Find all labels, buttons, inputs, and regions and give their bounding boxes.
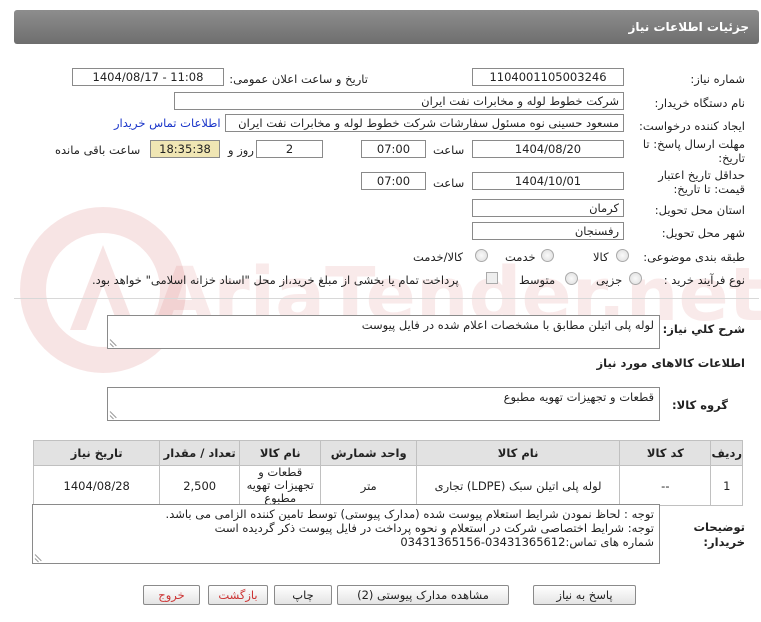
buyer-org-field: شرکت خطوط لوله و مخابرات نفت ایران [174,92,624,110]
cell-qty: 2,500 [159,465,240,506]
city-field: رفسنجان [472,222,624,240]
remaining-label: ساعت باقی مانده [55,143,141,157]
days-field: 2 [256,140,323,158]
resize-handle-icon[interactable] [110,339,118,347]
col-qty-header: تعداد / مقدار [159,440,240,466]
deadline-date-field: 1404/08/20 [472,140,624,158]
exit-button[interactable]: خروج [143,585,200,605]
goods-group-label: گروه کالا: [672,398,728,412]
category-goods-radio[interactable] [616,249,629,262]
page-header: جزئیات اطلاعات نیاز [14,10,759,44]
announce-date-field: 1404/08/17 - 11:08 [72,68,224,86]
col-date-header: تاریخ نیاز [32,440,161,466]
cell-date: 1404/08/28 [32,465,161,506]
view-attachments-button[interactable]: مشاهده مدارک پیوستی (2) [337,585,509,605]
overall-desc-label: شرح کلي نياز: [662,322,745,336]
goods-info-title: اطلاعات کالاهای مورد نیاز [596,356,745,370]
delivery-province-label: استان محل تحویل: [654,203,745,217]
print-button[interactable]: چاپ [274,585,332,605]
resize-handle-icon[interactable] [110,411,118,419]
purchase-type-label: نوع فرآیند خرید : [663,273,745,287]
back-button[interactable]: بازگشت [208,585,268,605]
purchase-minor-radio[interactable] [629,272,642,285]
col-group-header: نام کالا [238,440,322,466]
cell-code: -- [619,465,712,506]
overall-desc-text: لوله پلی اتیلن مطابق با مشخصات اعلام شده… [361,318,654,332]
goods-table: ردیف کد کالا نام کالا واحد شمارش نام کال… [32,440,743,506]
category-goods-label: کالا [593,250,609,264]
category-service-radio[interactable] [541,249,554,262]
cell-unit: متر [320,465,417,506]
cell-group: قطعات و تجهیزات تهویه مطبوع [238,465,322,506]
deadline-label: مهلت ارسال پاسخ: تا تاریخ: [642,137,745,165]
cell-row: 1 [710,465,743,506]
category-both-label: کالا/خدمت [413,250,464,264]
reply-button[interactable]: پاسخ به نیاز [533,585,636,605]
buyer-org-label: نام دستگاه خریدار: [654,96,745,110]
announce-date-label: تاریخ و ساعت اعلان عمومی: [229,72,368,86]
treasury-checkbox[interactable] [486,272,498,284]
col-code-header: کد کالا [619,440,712,466]
requester-label: ایجاد کننده درخواست: [639,119,745,133]
overall-desc-field: لوله پلی اتیلن مطابق با مشخصات اعلام شده… [107,315,660,349]
validity-label: حداقل تاریخ اعتبار قیمت: تا تاریخ: [658,168,745,196]
table-header-row: ردیف کد کالا نام کالا واحد شمارش نام کال… [32,440,743,466]
province-field: کرمان [472,199,624,217]
col-row-header: ردیف [710,440,743,466]
goods-group-field: قطعات و تجهیزات تهویه مطبوع [107,387,660,421]
requester-field: مسعود حسینی نوه مسئول سفارشات شرکت خطوط … [225,114,624,132]
resize-handle-icon[interactable] [35,554,43,562]
countdown-timer: 18:35:38 [150,140,220,158]
purchase-minor-label: جزیی [596,273,623,287]
page-title: جزئیات اطلاعات نیاز [628,20,749,34]
buyer-contact-link[interactable]: اطلاعات تماس خریدار [114,116,221,130]
validity-time-field: 07:00 [361,172,426,190]
buyer-notes-label: توضیحات خریدار: [693,520,746,549]
col-name-header: نام کالا [415,440,621,466]
goods-group-text: قطعات و تجهیزات تهویه مطبوع [503,390,654,404]
buyer-note-line: توجه : لحاظ نمودن شرایط استعلام پیوست شد… [165,507,654,521]
purchase-medium-label: متوسط [519,273,556,287]
delivery-city-label: شهر محل تحویل: [661,226,745,240]
category-service-label: خدمت [505,250,536,264]
day-and-label: روز و [228,143,254,157]
cell-name: لوله پلی اتیلن سبک (LDPE) تجاری [415,465,621,506]
divider [14,298,759,299]
need-number-label: شماره نیاز: [690,72,745,86]
purchase-medium-radio[interactable] [565,272,578,285]
category-both-radio[interactable] [475,249,488,262]
col-unit-header: واحد شمارش [320,440,417,466]
payment-note: پرداخت تمام یا بخشی از مبلغ خرید،از محل … [92,273,459,287]
validity-hour-label: ساعت [433,176,465,190]
deadline-time-field: 07:00 [361,140,426,158]
deadline-hour-label: ساعت [433,143,465,157]
validity-date-field: 1404/10/01 [472,172,624,190]
buyer-note-line: شماره های تماس:03431365612-03431365156 [400,535,654,549]
table-row: 1 -- لوله پلی اتیلن سبک (LDPE) تجاری متر… [32,465,743,506]
category-label: طبقه بندی موضوعی: [643,250,745,264]
need-number-field: 1104001105003246 [472,68,624,86]
buyer-notes-field: توجه : لحاظ نمودن شرایط استعلام پیوست شد… [32,504,660,564]
buyer-note-line: توجه: شرایط اختصاصی شرکت در استعلام و نح… [214,521,654,535]
